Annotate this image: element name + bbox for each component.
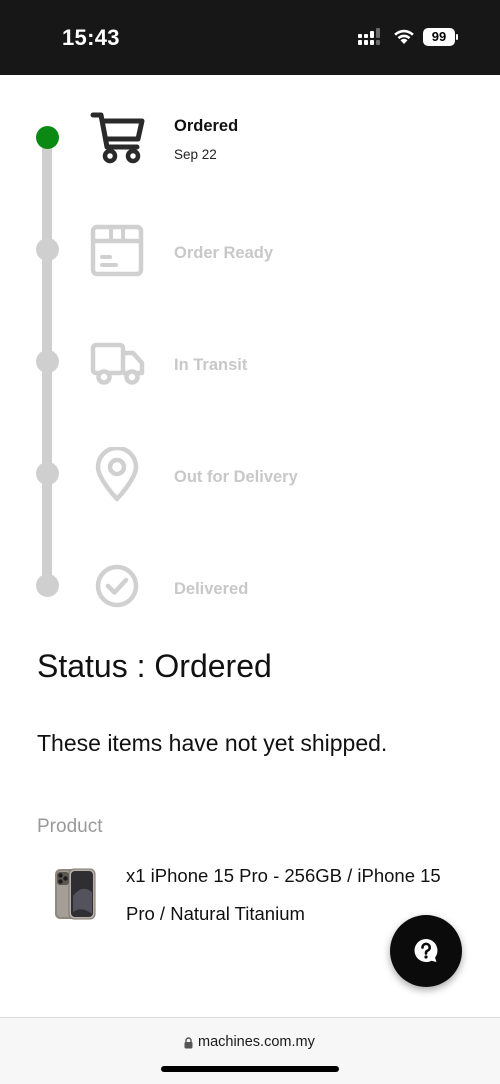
battery-indicator: 99 [423,28,455,46]
step-label-ordered: Ordered [174,117,239,135]
step-label-order-ready: Order Ready [174,244,274,262]
cellular-signal-icon [358,28,380,45]
timeline-dot-order-ready [36,238,59,261]
timeline-dot-ordered [36,126,59,149]
check-circle-icon [95,564,139,608]
status-heading: Status : Ordered [37,648,272,684]
browser-address-bar[interactable]: machines.com.my [0,1017,500,1084]
home-indicator[interactable] [161,1066,339,1072]
url-text[interactable]: machines.com.my [198,1034,315,1050]
product-section-label: Product [37,816,103,837]
timeline-dot-in-transit [36,350,59,373]
clock: 15:43 [62,25,120,50]
step-label-in-transit: In Transit [174,356,248,374]
box-icon [90,224,144,277]
timeline-dot-out-for-delivery [36,462,59,485]
status-message: These items have not yet shipped. [37,730,388,756]
step-label-delivered: Delivered [174,580,249,598]
question-chat-icon [414,939,438,962]
product-image[interactable] [52,866,98,922]
location-pin-icon [95,447,139,502]
step-date-ordered: Sep 22 [174,147,217,162]
timeline-dot-delivered [36,574,59,597]
order-tracking-page: 15:43 99 Ordered Sep 22 Order Ready In T… [0,0,500,1084]
cart-icon [90,112,145,164]
wifi-icon [394,29,414,44]
step-label-out-for-delivery: Out for Delivery [174,468,298,486]
lock-icon [184,1037,193,1049]
battery-tip [456,34,458,40]
help-button[interactable] [390,915,462,987]
status-bar: 15:43 99 [0,0,500,75]
truck-icon [90,342,145,385]
